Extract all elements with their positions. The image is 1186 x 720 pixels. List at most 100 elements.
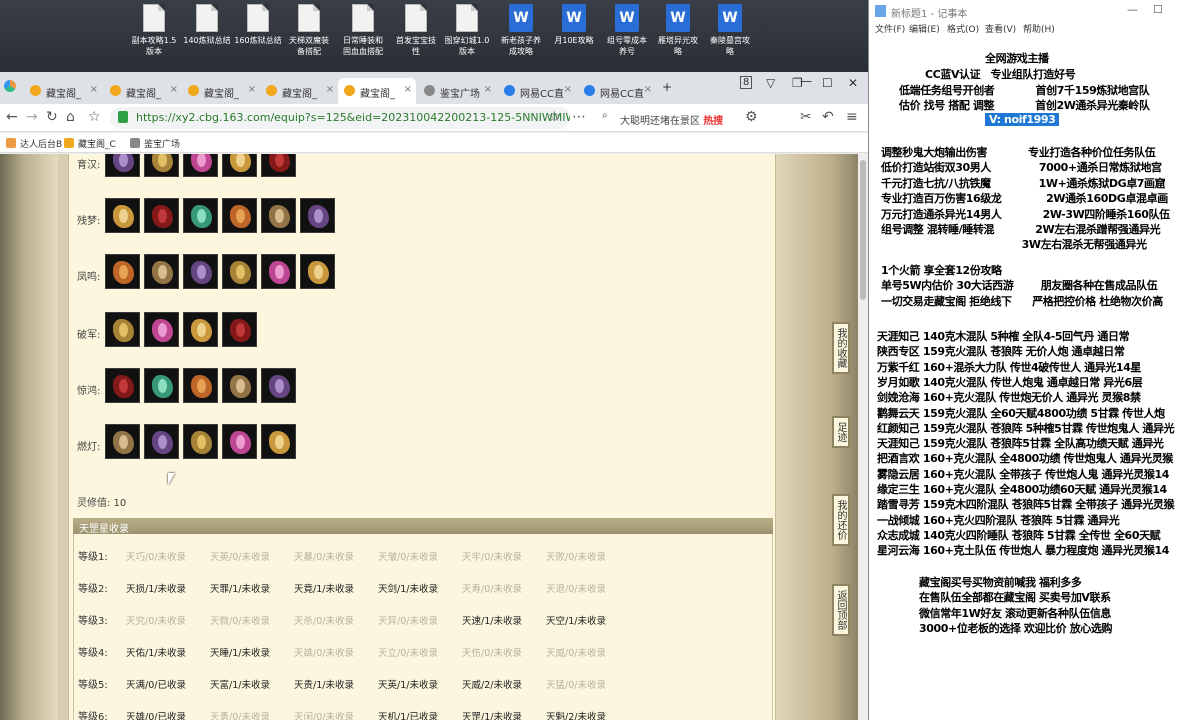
- bookmark-item[interactable]: 达人后台B: [6, 137, 62, 150]
- side-nav-button[interactable]: 足迹: [832, 416, 850, 448]
- tab-close-icon[interactable]: ×: [248, 84, 256, 95]
- browser-tab[interactable]: 藏宝阁_ ×: [182, 78, 260, 104]
- equipment-item-icon[interactable]: [222, 198, 257, 233]
- desktop-file-icon[interactable]: W 秦陵墓宫攻 略: [704, 4, 756, 57]
- maximize-button[interactable]: ☐: [822, 76, 833, 90]
- tab-close-icon[interactable]: ×: [326, 84, 334, 95]
- notepad-text-area[interactable]: 全网游戏主播 CC蓝V认证 专业组队打造好号 低端任务组号开创者 首创7千159炼狱…: [869, 40, 1186, 720]
- extension-icon[interactable]: ⚙: [745, 109, 758, 125]
- desktop-file-icon[interactable]: W 组号零成本 养号: [601, 4, 653, 57]
- desktop-file-icon[interactable]: 天梯双魔装 备搭配: [283, 4, 335, 57]
- equipment-row-label: 凤鸣:: [77, 272, 101, 283]
- minimize-button[interactable]: —: [800, 74, 812, 88]
- notepad-menu-item[interactable]: 帮助(H): [1023, 22, 1055, 35]
- tab-label: 藏宝阁_: [46, 89, 81, 100]
- equipment-item-icon[interactable]: [300, 198, 335, 233]
- equipment-item-icon[interactable]: [105, 312, 140, 347]
- notepad-maximize-button[interactable]: ☐: [1153, 3, 1163, 16]
- tab-close-icon[interactable]: ×: [484, 84, 492, 95]
- equipment-item-icon[interactable]: [222, 312, 257, 347]
- scissors-icon[interactable]: ✂: [800, 109, 812, 125]
- browser-tab[interactable]: 藏宝阁_ ×: [338, 78, 416, 104]
- browser-logo-icon[interactable]: [4, 80, 16, 92]
- equipment-item-icon[interactable]: [261, 198, 296, 233]
- search-input[interactable]: ⌕ 大聪明还堵在景区 热搜: [598, 107, 738, 129]
- star-icon[interactable]: ☆: [548, 109, 561, 125]
- scrollbar-thumb[interactable]: [860, 160, 866, 300]
- bookmark-item[interactable]: 鉴宝广场: [130, 137, 180, 150]
- tab-close-icon[interactable]: ×: [404, 84, 412, 95]
- tab-close-icon[interactable]: ×: [90, 84, 98, 95]
- new-tab-button[interactable]: +: [662, 80, 672, 94]
- equipment-item-icon[interactable]: [144, 424, 179, 459]
- equipment-item-icon[interactable]: [222, 154, 257, 177]
- desktop-file-icon[interactable]: W 雁塔异光攻 略: [652, 4, 704, 57]
- browser-tab[interactable]: 鉴宝广场 ×: [418, 78, 496, 104]
- back-button[interactable]: ←: [6, 109, 18, 125]
- desktop-file-icon[interactable]: W 月10E攻略: [548, 4, 600, 46]
- address-bar[interactable]: https://xy2.cbg.163.com/equip?s=125&eid=…: [110, 107, 570, 129]
- notepad-menu-item[interactable]: 格式(O): [947, 22, 979, 35]
- tab-close-icon[interactable]: ×: [644, 84, 652, 95]
- close-button[interactable]: ✕: [848, 76, 858, 90]
- equipment-item-icon[interactable]: [222, 368, 257, 403]
- bookmark-item[interactable]: 藏宝阁_C: [64, 137, 116, 150]
- page-scrollbar[interactable]: [858, 154, 868, 720]
- equipment-item-icon[interactable]: [183, 198, 218, 233]
- equipment-item-icon[interactable]: [183, 254, 218, 289]
- undo-icon[interactable]: ↶: [822, 109, 834, 125]
- equipment-item-icon[interactable]: [183, 424, 218, 459]
- desktop-file-icon[interactable]: 副本攻略1.5 版本: [128, 4, 180, 57]
- equipment-item-icon[interactable]: [144, 254, 179, 289]
- forward-button[interactable]: →: [26, 109, 38, 125]
- browser-tab[interactable]: 藏宝阁_ ×: [24, 78, 102, 104]
- notepad-menu-item[interactable]: 文件(F): [875, 22, 905, 35]
- tab-close-icon[interactable]: ×: [170, 84, 178, 95]
- equipment-item-icon[interactable]: [261, 254, 296, 289]
- tab-close-icon[interactable]: ×: [564, 84, 572, 95]
- menu-icon[interactable]: ≡: [846, 109, 858, 125]
- browser-tab[interactable]: 网易CC直 ×: [498, 78, 576, 104]
- notepad-menu-item[interactable]: 查看(V): [985, 22, 1016, 35]
- desktop-file-icon[interactable]: 图穿幻城1.0 版本: [441, 4, 493, 57]
- desktop-file-icon[interactable]: 首发宝宝技 性: [390, 4, 442, 57]
- notepad-minimize-button[interactable]: —: [1127, 3, 1138, 16]
- side-nav-button[interactable]: 我的收藏: [832, 322, 850, 374]
- home-button[interactable]: ⌂: [66, 109, 75, 125]
- equipment-item-icon[interactable]: [144, 312, 179, 347]
- notepad-menu-item[interactable]: 编辑(E): [909, 22, 940, 35]
- refresh-button[interactable]: ↻: [46, 109, 58, 125]
- browser-tab[interactable]: 网易CC直 ×: [578, 78, 656, 104]
- more-icon[interactable]: ⋯: [572, 109, 586, 125]
- equipment-item-icon[interactable]: [222, 424, 257, 459]
- equipment-item-icon[interactable]: [144, 154, 179, 177]
- equipment-item-icon[interactable]: [183, 154, 218, 177]
- shirt-icon[interactable]: ▽: [766, 76, 775, 90]
- collection-cell: 天罪/1/未收录: [210, 584, 270, 595]
- desktop-file-icon[interactable]: W 新老孩子养 成攻略: [495, 4, 547, 57]
- browser-tab[interactable]: 藏宝阁_ ×: [260, 78, 338, 104]
- desktop-file-icon[interactable]: 160炼狱总结: [232, 4, 284, 46]
- equipment-item-icon[interactable]: [105, 198, 140, 233]
- desktop-file-icon[interactable]: 140炼狱总结: [181, 4, 233, 46]
- equipment-item-icon[interactable]: [261, 424, 296, 459]
- equipment-item-icon[interactable]: [105, 368, 140, 403]
- equipment-item-icon[interactable]: [222, 254, 257, 289]
- browser-tab[interactable]: 藏宝阁_ ×: [104, 78, 182, 104]
- bookmark-star-icon[interactable]: ☆: [88, 109, 101, 125]
- notepad-team-line: 陕西专区 159克火混队 苍狼阵 无价人炮 通卓越日常: [877, 345, 1125, 359]
- side-nav-button[interactable]: 返回顶部: [832, 584, 850, 636]
- equipment-item-icon[interactable]: [105, 154, 140, 177]
- equipment-item-icon[interactable]: [105, 424, 140, 459]
- equipment-item-icon[interactable]: [300, 254, 335, 289]
- equipment-item-icon[interactable]: [144, 368, 179, 403]
- equipment-item-icon[interactable]: [144, 198, 179, 233]
- equipment-item-icon[interactable]: [183, 368, 218, 403]
- tab-list-icon[interactable]: 8: [740, 76, 753, 89]
- equipment-item-icon[interactable]: [105, 254, 140, 289]
- side-nav-button[interactable]: 我的还价: [832, 494, 850, 546]
- equipment-item-icon[interactable]: [261, 154, 296, 177]
- equipment-item-icon[interactable]: [183, 312, 218, 347]
- equipment-item-icon[interactable]: [261, 368, 296, 403]
- desktop-file-icon[interactable]: 日常睡装和 固血血搭配: [337, 4, 389, 57]
